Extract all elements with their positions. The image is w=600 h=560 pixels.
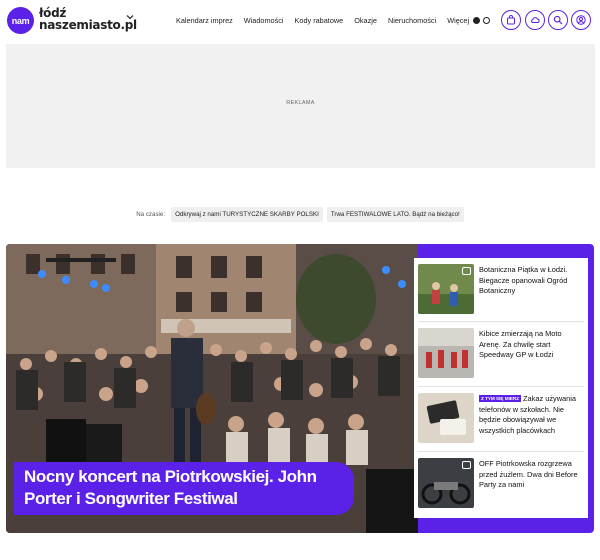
nav-item-kalendarz-imprez[interactable]: Kalendarz imprez [176,16,233,25]
article-tag: Z TYM SIĘ MIERZ [479,395,522,402]
dark-mode-dot [473,16,480,24]
hero-title-box[interactable]: Nocny koncert na Piotrkowskiej. John Por… [14,462,354,515]
trending-chip-festiwalowe-lato[interactable]: Trwa FESTIWALOWE LATO. Bądź na bieżąco! [326,206,464,222]
trending-bar: Na czasie: Odkrywaj z nami TURYSTYCZNE S… [0,206,600,222]
nav-item-okazje[interactable]: Okazje [354,16,377,25]
gallery-icon [462,267,471,275]
nav-more-label: Więcej [447,16,470,25]
side-article-list: Botaniczna Piątka w Łodzi. Biegacze opan… [414,258,588,518]
side-article-4[interactable]: OFF Piotrkowska rozgrzewa przed żużlem. … [418,458,584,514]
ad-label: REKLAMA [286,100,315,106]
trending-label: Na czasie: [136,210,166,218]
logo-wordmark[interactable]: łódź naszemiasto.pl [39,7,137,31]
weather-icon[interactable] [525,10,545,30]
side-article-title-2: Kibice zmierzają na Moto Arenę. Za chwil… [479,329,562,359]
logo-site: naszemiasto.pl [39,18,137,32]
light-mode-dot [483,16,490,24]
bag-icon[interactable] [501,10,521,30]
side-article-title-3: Z TYM SIĘ MIERZ Zakaz używania telefonów … [479,393,584,449]
side-thumb-1 [418,264,474,314]
nav-item-kody-rabatowe[interactable]: Kody rabatowe [295,16,344,25]
user-icon[interactable] [571,10,591,30]
site-header: nam łódź naszemiasto.pl Kalendarz imprez… [0,0,600,44]
side-divider [418,321,584,322]
side-article-title-4: OFF Piotrkowska rozgrzewa przed żużlem. … [479,459,578,489]
main-nav: Kalendarz imprez Wiadomości Kody rabatow… [176,16,511,25]
side-thumb-2 [418,328,474,378]
side-thumb-3 [418,393,474,443]
nav-item-nieruchomosci[interactable]: Nieruchomości [388,16,436,25]
side-article-3[interactable]: Z TYM SIĘ MIERZ Zakaz używania telefonów … [418,393,584,449]
logo-badge[interactable]: nam [7,7,34,34]
ad-placeholder[interactable]: REKLAMA [6,44,595,168]
hero-title: Nocny koncert na Piotrkowskiej. John Por… [24,467,317,508]
side-article-1[interactable]: Botaniczna Piątka w Łodzi. Biegacze opan… [418,264,584,320]
city-chevron-down-icon[interactable] [126,13,134,21]
side-divider [418,451,584,452]
theme-toggle-icon[interactable] [473,13,495,27]
gallery-icon [462,461,471,469]
search-icon[interactable] [548,10,568,30]
nav-item-wiadomosci[interactable]: Wiadomości [244,16,284,25]
trending-chip-skarby[interactable]: Odkrywaj z nami TURYSTYCZNE SKARBY POLSK… [171,206,323,222]
side-article-title-1: Botaniczna Piątka w Łodzi. Biegacze opan… [479,265,568,295]
side-thumb-4 [418,458,474,508]
hero-section: Nocny koncert na Piotrkowskiej. John Por… [6,244,594,533]
side-divider [418,386,584,387]
side-article-2[interactable]: Kibice zmierzają na Moto Arenę. Za chwil… [418,328,584,384]
